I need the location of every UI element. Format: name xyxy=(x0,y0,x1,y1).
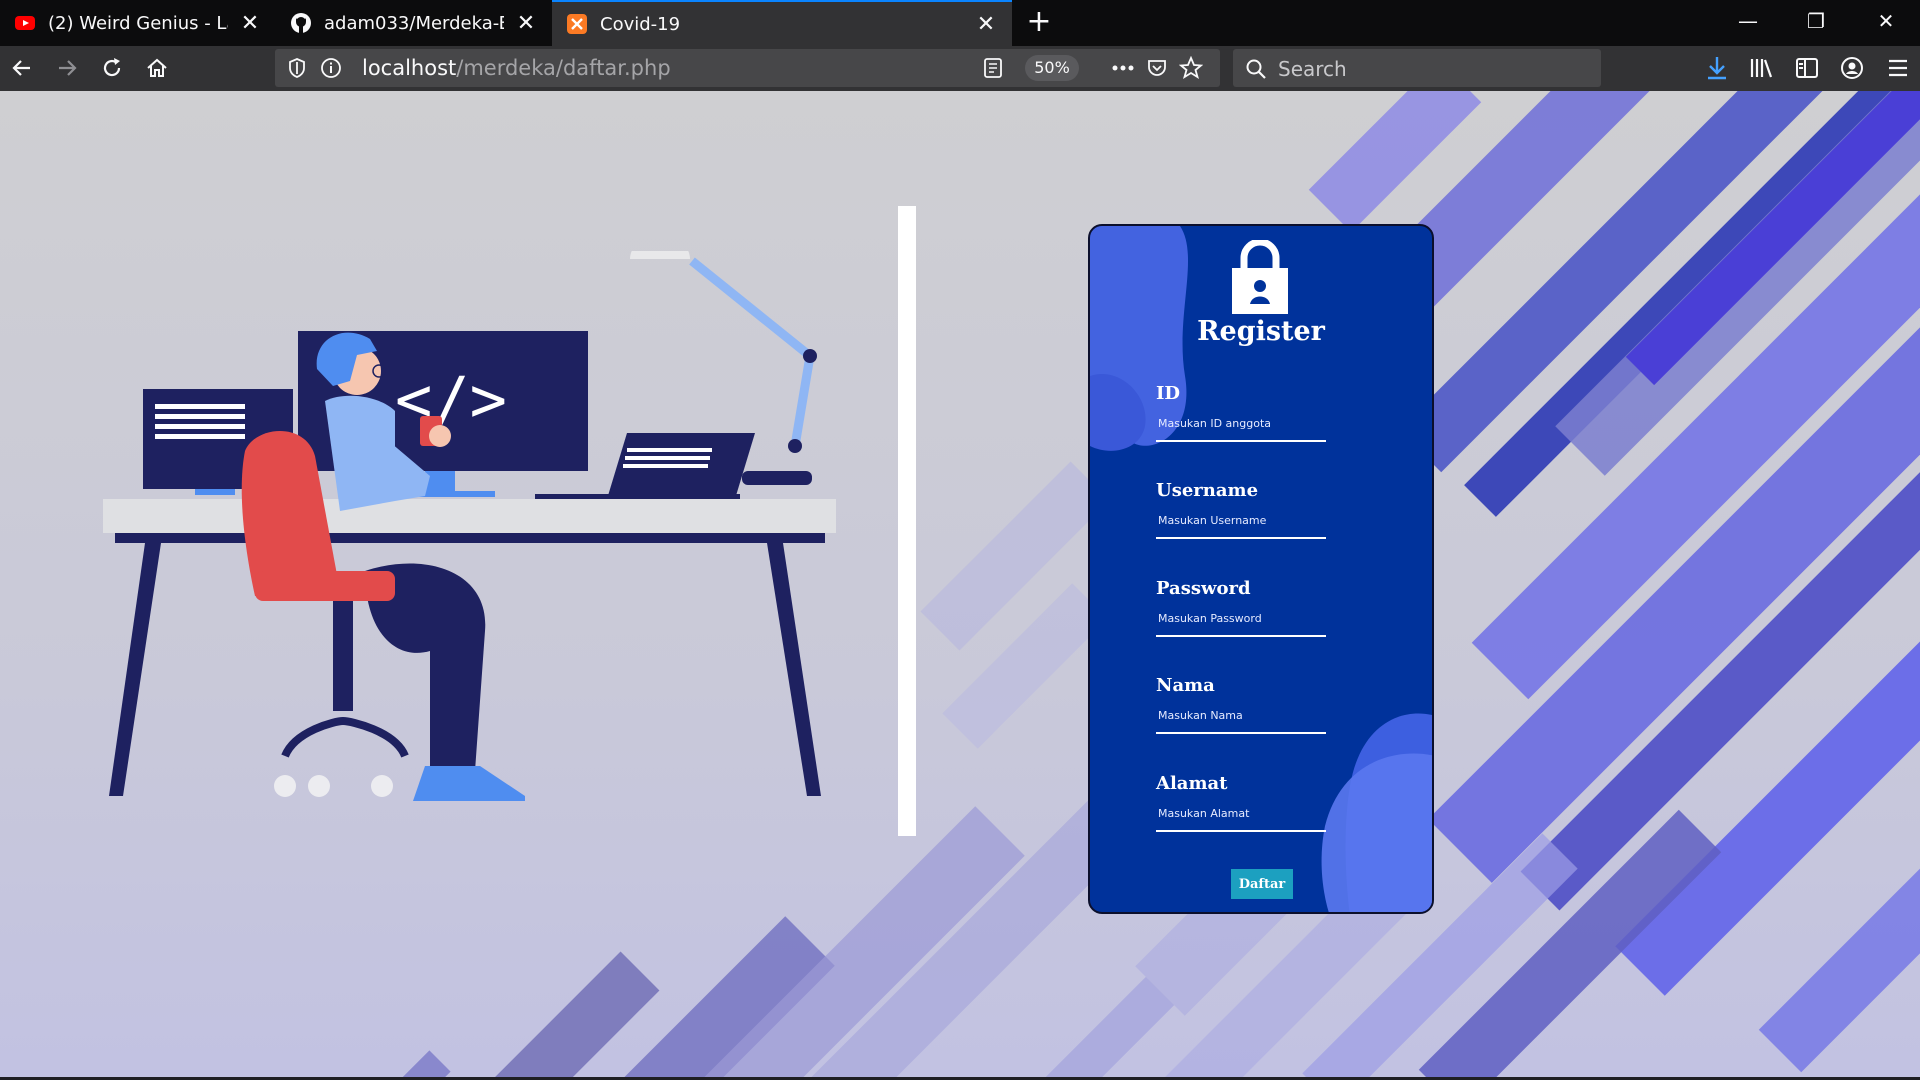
tab-title: (2) Weird Genius - Lathi (ft. Sara xyxy=(48,12,228,34)
id-label: ID xyxy=(1156,383,1181,404)
person-shoes xyxy=(413,766,525,801)
home-button[interactable] xyxy=(139,50,175,86)
tab-covid[interactable]: Covid-19 ✕ xyxy=(552,0,1012,46)
page-actions-icon[interactable] xyxy=(1111,56,1135,80)
url-path: /merdeka/daftar.php xyxy=(456,56,671,80)
hamburger-menu-icon xyxy=(1889,59,1907,77)
close-tab-icon[interactable]: ✕ xyxy=(514,11,538,36)
downloads-button[interactable] xyxy=(1700,51,1734,85)
password-field: Password xyxy=(1156,578,1326,637)
tab-youtube[interactable]: (2) Weird Genius - Lathi (ft. Sara ✕ xyxy=(0,0,276,46)
register-title: Register xyxy=(1197,316,1325,347)
nama-label: Nama xyxy=(1156,675,1215,696)
search-bar[interactable]: Search xyxy=(1233,49,1601,87)
lamp-base xyxy=(742,471,812,485)
zoom-level-badge[interactable]: 50% xyxy=(1025,55,1079,81)
new-tab-button[interactable]: + xyxy=(1022,6,1056,40)
site-info-icon[interactable] xyxy=(319,56,343,80)
alamat-field: Alamat xyxy=(1156,773,1326,832)
arrow-right-icon xyxy=(59,60,77,76)
arrow-left-icon xyxy=(12,60,30,76)
account-button[interactable] xyxy=(1835,51,1869,85)
lamp-shade xyxy=(630,251,690,259)
id-input[interactable] xyxy=(1156,413,1326,442)
tab-title: adam033/Merdeka-Belajar: pen xyxy=(324,12,504,34)
username-input[interactable] xyxy=(1156,510,1326,539)
close-tab-icon[interactable]: ✕ xyxy=(238,11,262,36)
close-tab-icon[interactable]: ✕ xyxy=(974,12,998,37)
xampp-icon xyxy=(567,14,587,34)
page-viewport: </> Register ID Masukan ID anggota Usern… xyxy=(0,91,1920,1077)
youtube-icon xyxy=(15,16,35,30)
download-icon xyxy=(1708,57,1726,80)
search-placeholder: Search xyxy=(1278,57,1347,81)
register-form: Register ID Username Password Nama Alama… xyxy=(1088,224,1434,914)
url-text[interactable]: localhost/merdeka/daftar.php xyxy=(362,56,671,80)
nama-field: Nama xyxy=(1156,675,1326,734)
desk-leg xyxy=(109,543,161,796)
username-label: Username xyxy=(1156,480,1259,501)
pocket-icon[interactable] xyxy=(1145,56,1169,80)
library-button[interactable] xyxy=(1745,51,1779,85)
account-icon xyxy=(1841,57,1863,79)
alamat-input[interactable] xyxy=(1156,803,1326,832)
url-bar[interactable]: localhost/merdeka/daftar.php 50% xyxy=(275,49,1220,87)
reload-icon xyxy=(103,58,121,77)
home-icon xyxy=(147,58,167,77)
minimize-button[interactable]: — xyxy=(1714,0,1782,46)
code-glyph: </> xyxy=(395,363,507,436)
alamat-label: Alamat xyxy=(1156,773,1228,794)
restore-button[interactable]: ❐ xyxy=(1782,0,1850,46)
search-icon xyxy=(1246,59,1266,79)
sidebar-icon xyxy=(1796,58,1818,78)
tab-strip: (2) Weird Genius - Lathi (ft. Sara ✕ ada… xyxy=(0,0,1920,46)
menu-button[interactable] xyxy=(1881,51,1915,85)
tracking-shield-icon[interactable] xyxy=(285,56,309,80)
tab-title: Covid-19 xyxy=(600,13,681,35)
lamp-arm xyxy=(689,257,813,360)
desk-top xyxy=(103,499,836,533)
navigation-toolbar: localhost/merdeka/daftar.php 50% Search xyxy=(0,46,1920,91)
id-field: ID xyxy=(1156,383,1326,442)
password-label: Password xyxy=(1156,578,1251,599)
url-host: localhost xyxy=(362,56,457,80)
github-icon xyxy=(291,13,311,33)
username-field: Username xyxy=(1156,480,1326,539)
reload-button[interactable] xyxy=(94,50,130,86)
back-button[interactable] xyxy=(4,50,40,86)
nama-input[interactable] xyxy=(1156,705,1326,734)
password-input[interactable] xyxy=(1156,608,1326,637)
reader-view-icon[interactable] xyxy=(981,56,1005,80)
bookmark-star-icon[interactable] xyxy=(1179,56,1203,80)
sidebar-button[interactable] xyxy=(1790,51,1824,85)
daftar-button[interactable]: Daftar xyxy=(1231,869,1293,899)
developer-illustration: </> xyxy=(103,251,836,801)
lock-user-icon xyxy=(1232,240,1288,314)
tab-github[interactable]: adam033/Merdeka-Belajar: pen ✕ xyxy=(276,0,552,46)
library-icon xyxy=(1750,59,1773,78)
vertical-divider xyxy=(898,206,916,836)
forward-button[interactable] xyxy=(49,50,85,86)
close-window-button[interactable]: ✕ xyxy=(1852,0,1920,46)
